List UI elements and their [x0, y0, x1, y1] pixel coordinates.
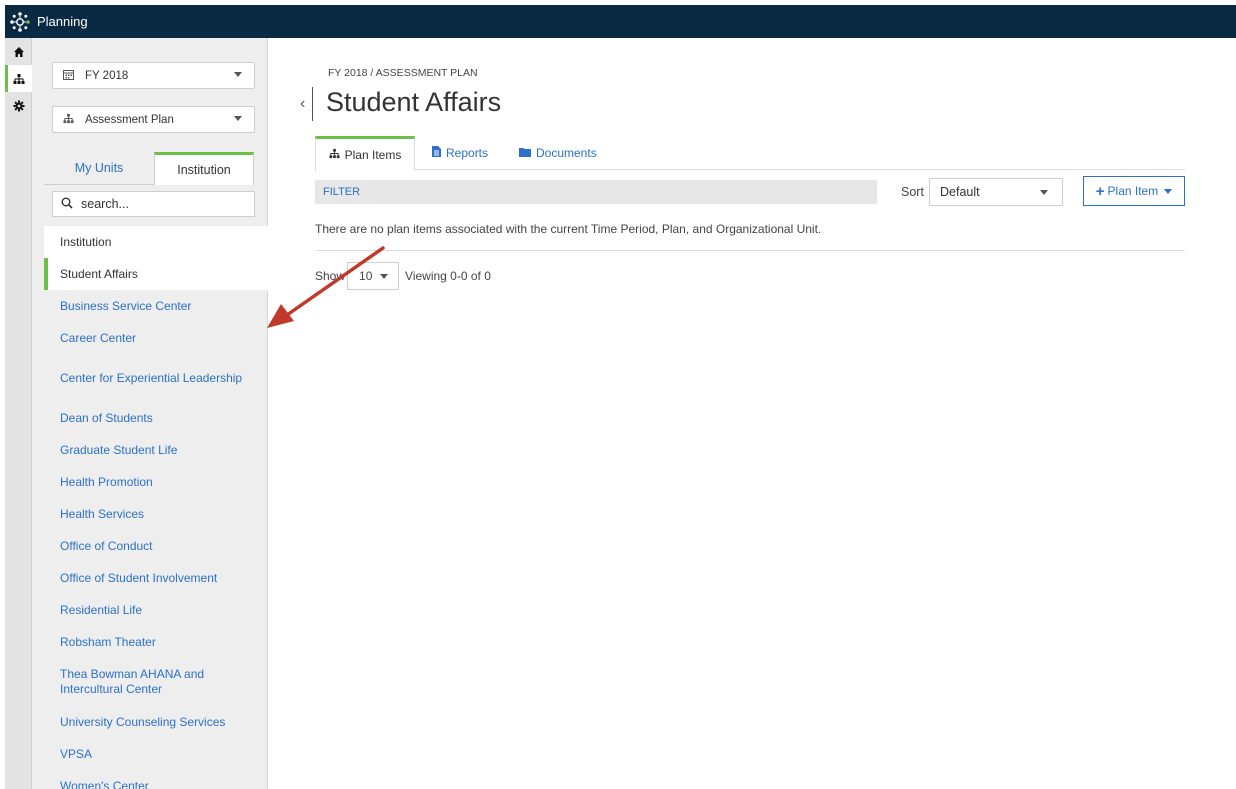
title-divider — [312, 87, 313, 121]
tab-plan-items[interactable]: Plan Items — [315, 136, 415, 171]
tab-institution[interactable]: Institution — [154, 152, 254, 185]
tab-documents[interactable]: Documents — [519, 136, 597, 170]
folder-icon — [519, 147, 531, 160]
org-unit-office-of-conduct[interactable]: Office of Conduct — [44, 530, 268, 562]
org-unit-residential-life[interactable]: Residential Life — [44, 594, 268, 626]
org-unit-robsham-theater[interactable]: Robsham Theater — [44, 626, 268, 658]
search-placeholder: search... — [81, 197, 129, 211]
sort-select[interactable]: Default — [929, 178, 1063, 206]
org-unit-business-service-center[interactable]: Business Service Center — [44, 290, 268, 322]
chevron-down-icon — [234, 72, 242, 77]
chevron-down-icon — [234, 116, 242, 121]
content-tabs: Plan Items Reports Documents — [315, 136, 1185, 171]
home-icon[interactable] — [5, 38, 32, 65]
org-unit-career-center[interactable]: Career Center — [44, 322, 268, 354]
divider — [315, 250, 1185, 251]
org-unit-dean-of-students[interactable]: Dean of Students — [44, 402, 268, 434]
org-chart-icon — [329, 148, 340, 162]
sort-label: Sort — [901, 185, 924, 199]
filter-toggle[interactable]: FILTER — [315, 180, 877, 204]
page-size-value: 10 — [359, 269, 373, 283]
org-unit-health-promotion[interactable]: Health Promotion — [44, 466, 268, 498]
tab-reports[interactable]: Reports — [432, 136, 488, 170]
add-plan-item-button[interactable]: + Plan Item — [1083, 176, 1185, 206]
page-size-select[interactable]: 10 — [347, 262, 400, 290]
tab-reports-label: Reports — [446, 146, 489, 160]
tab-my-units[interactable]: My Units — [44, 152, 154, 185]
show-label: Show — [315, 269, 346, 283]
planning-logo-icon[interactable] — [5, 5, 35, 38]
plan-select-value: Assessment Plan — [85, 113, 174, 126]
tab-plan-items-label: Plan Items — [344, 148, 402, 162]
pagination-row: Show 10 Viewing 0-0 of 0 — [315, 262, 491, 290]
plus-icon: + — [1095, 182, 1105, 200]
org-unit-vpsa[interactable]: VPSA — [44, 738, 268, 770]
main-content: FY 2018 / ASSESSMENT PLAN ‹ Student Affa… — [269, 38, 1236, 789]
org-unit-thea-bowman-center[interactable]: Thea Bowman AHANA and Intercultural Cent… — [44, 658, 268, 706]
org-unit-center-for-experiential-leadership[interactable]: Center for Experiential Leadership — [44, 354, 268, 402]
chevron-down-icon — [1040, 190, 1048, 195]
org-unit-graduate-student-life[interactable]: Graduate Student Life — [44, 434, 268, 466]
breadcrumb: FY 2018 / ASSESSMENT PLAN — [328, 67, 478, 79]
org-unit-institution[interactable]: Institution — [44, 226, 268, 258]
app-window: Planning FY 2018 Assessment Plan My Unit… — [5, 5, 1236, 789]
org-unit-health-services[interactable]: Health Services — [44, 498, 268, 530]
page-title: Student Affairs — [326, 87, 502, 117]
empty-state-message: There are no plan items associated with … — [315, 222, 822, 236]
chevron-down-icon — [1164, 188, 1173, 194]
chevron-down-icon — [380, 274, 389, 279]
org-chart-icon — [63, 113, 77, 127]
app-title: Planning — [37, 14, 88, 29]
top-bar: Planning — [5, 5, 1236, 38]
search-input[interactable]: search... — [52, 191, 255, 217]
search-icon — [61, 197, 73, 212]
org-unit-office-of-student-involvement[interactable]: Office of Student Involvement — [44, 562, 268, 594]
add-plan-item-label: Plan Item — [1107, 184, 1159, 198]
sort-select-value: Default — [940, 185, 980, 199]
collapse-sidebar-icon[interactable]: ‹ — [300, 95, 305, 113]
plan-select[interactable]: Assessment Plan — [52, 106, 255, 133]
gear-icon[interactable] — [5, 92, 32, 119]
viewing-count: Viewing 0-0 of 0 — [405, 269, 491, 283]
file-icon — [432, 146, 441, 160]
org-unit-list: Institution Student Affairs Business Ser… — [44, 226, 268, 789]
unit-sidebar: FY 2018 Assessment Plan My Units Institu… — [32, 38, 268, 789]
icon-rail — [5, 38, 32, 789]
period-select-value: FY 2018 — [85, 69, 129, 82]
org-chart-icon[interactable] — [5, 65, 32, 92]
org-unit-student-affairs[interactable]: Student Affairs — [44, 258, 268, 290]
unit-scope-tabs: My Units Institution — [44, 152, 256, 185]
org-unit-university-counseling-services[interactable]: University Counseling Services — [44, 706, 268, 738]
org-unit-womens-center[interactable]: Women's Center — [44, 770, 268, 789]
calendar-icon — [63, 69, 77, 83]
period-select[interactable]: FY 2018 — [52, 62, 255, 89]
tab-documents-label: Documents — [536, 146, 597, 160]
